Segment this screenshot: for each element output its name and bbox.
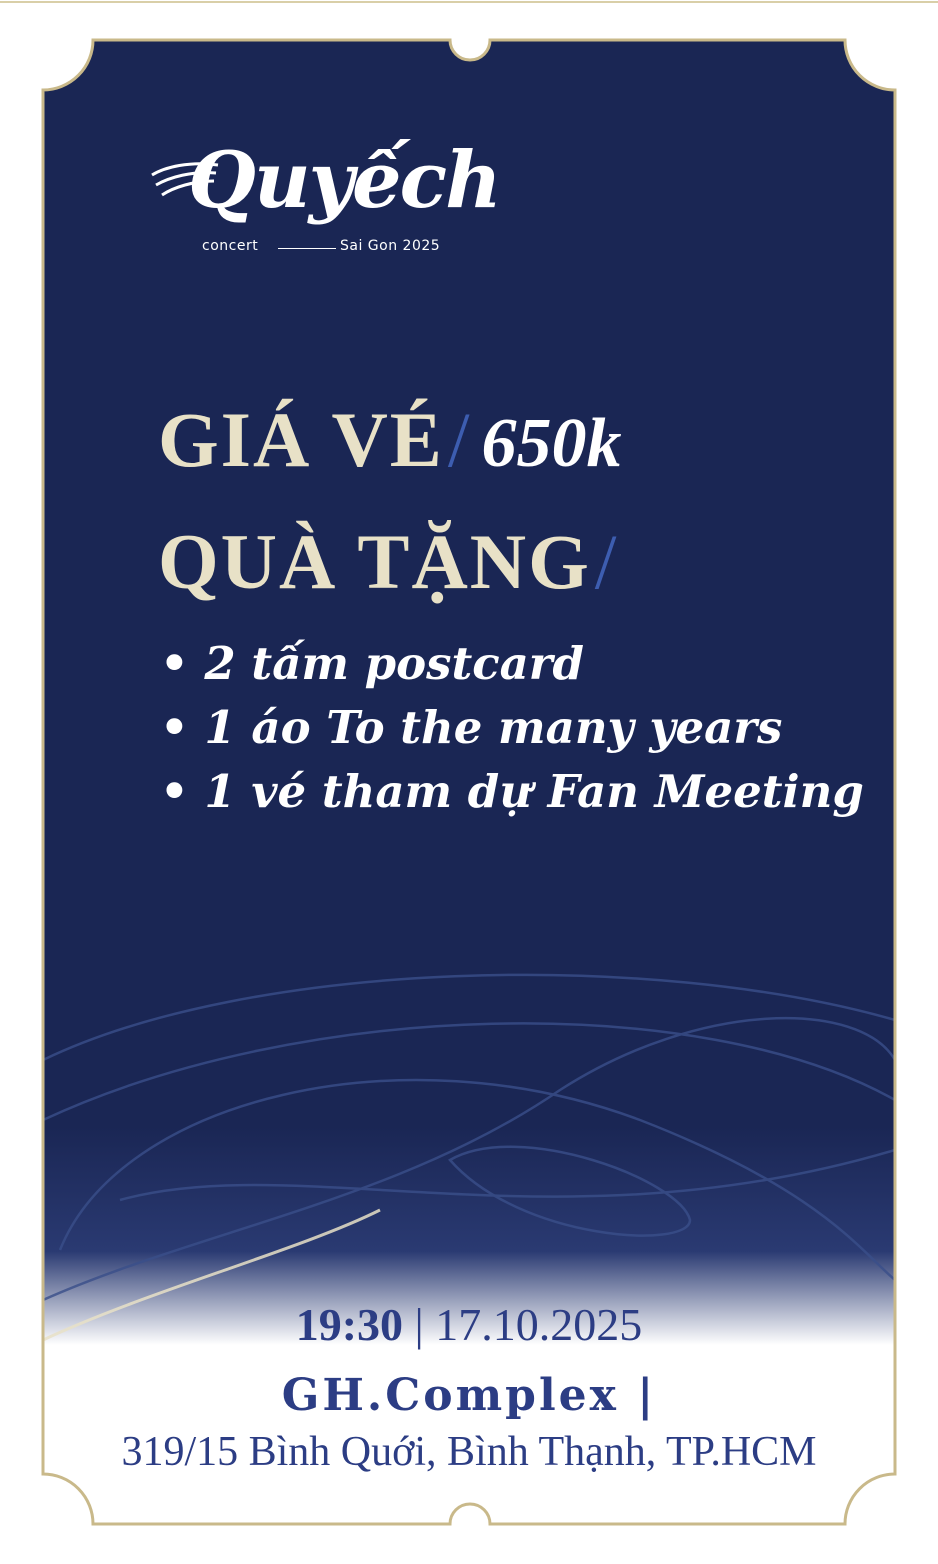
gift-separator: /: [594, 518, 619, 605]
concert-logo: Quyếch concert Sai Gon 2025: [150, 135, 502, 265]
event-datetime: 19:30 | 17.10.2025: [0, 1298, 938, 1351]
gift-item-fan-meeting: • 1 vé tham dự Fan Meeting: [160, 765, 864, 818]
event-date: 17.10.2025: [435, 1299, 643, 1350]
price-value: 650k: [481, 405, 622, 482]
gift-heading: QUÀ TẶNG/: [158, 517, 618, 607]
event-address: 319/15 Bình Quới, Bình Thạnh, TP.HCM: [121, 1429, 817, 1475]
price-label: GIÁ VÉ: [158, 396, 444, 483]
event-divider: |: [414, 1299, 424, 1350]
logo-subtitle-city: Sai Gon 2025: [340, 238, 441, 254]
event-time: 19:30: [295, 1299, 404, 1350]
logo-wordmark: Quyếch: [188, 135, 502, 226]
logo-subtitle-concert: concert: [202, 238, 259, 254]
event-venue: GH.Complex |: [281, 1370, 657, 1421]
gift-item-shirt: • 1 áo To the many years: [160, 701, 783, 754]
logo-divider: [278, 248, 336, 249]
gift-label: QUÀ TẶNG: [158, 518, 591, 605]
gift-list: • 2 tấm postcard • 1 áo To the many year…: [160, 632, 864, 824]
price-separator: /: [447, 396, 472, 483]
price-heading: GIÁ VÉ/650k: [158, 395, 621, 485]
gift-item-postcard: • 2 tấm postcard: [160, 637, 584, 690]
